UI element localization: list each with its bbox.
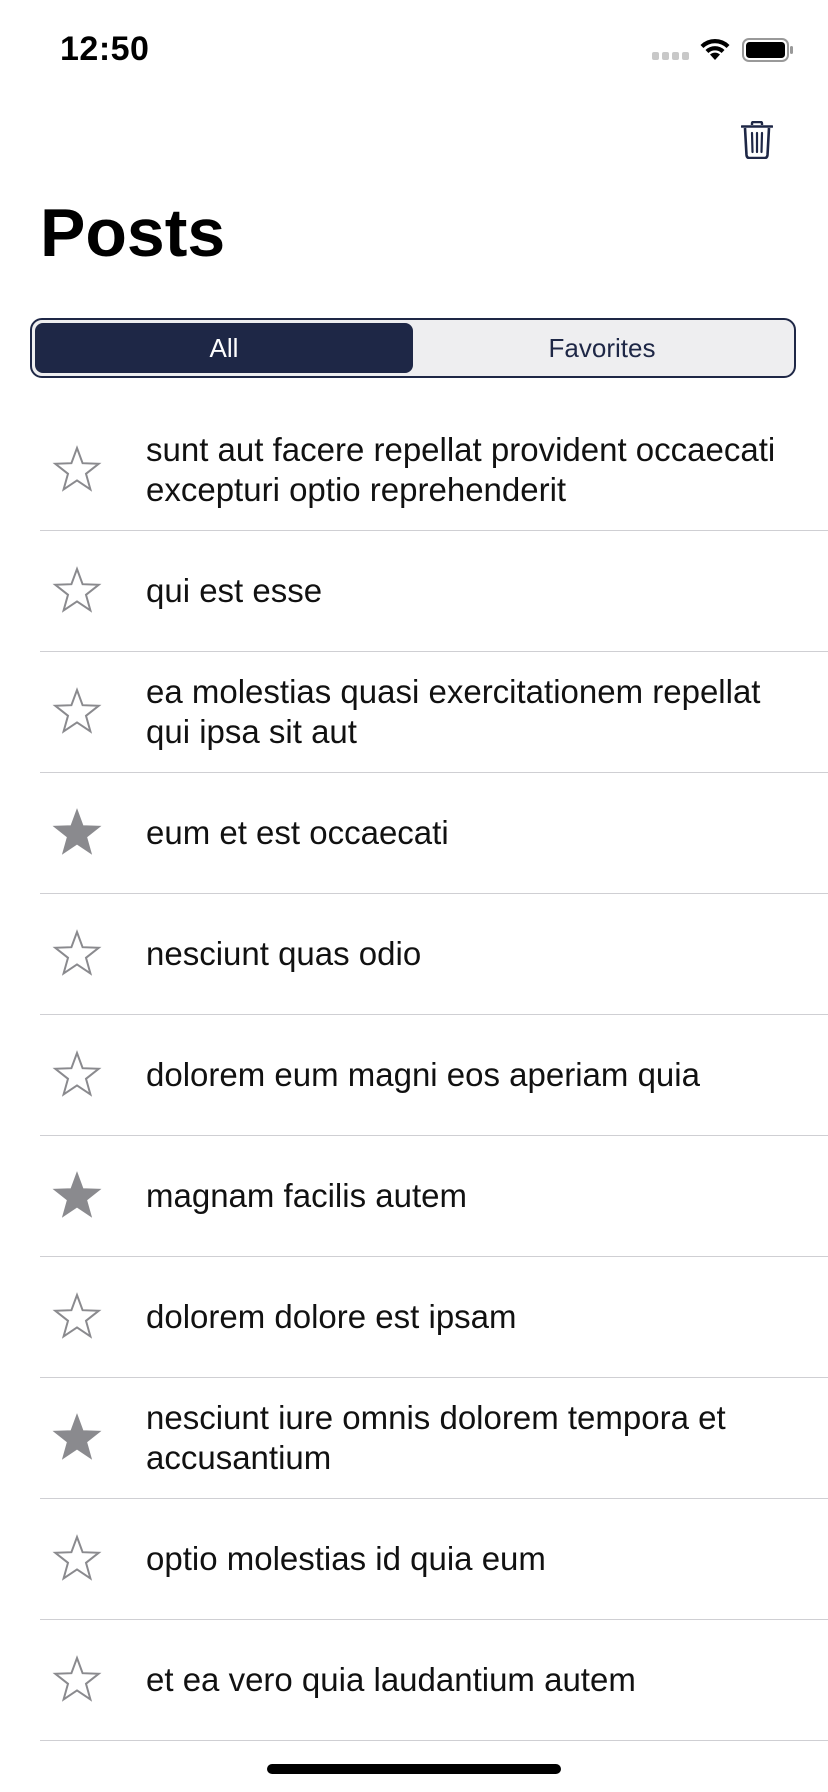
post-row[interactable]: eum et est occaecati xyxy=(40,773,828,894)
trash-icon xyxy=(741,121,773,159)
post-title: qui est esse xyxy=(146,572,323,609)
star-outline-icon[interactable] xyxy=(52,1050,102,1100)
post-title: nesciunt iure omnis dolorem tempora et a… xyxy=(146,1399,726,1476)
post-row[interactable]: ea molestias quasi exercitationem repell… xyxy=(40,652,828,773)
post-title: et ea vero quia laudantium autem xyxy=(146,1661,636,1698)
segment-favorites[interactable]: Favorites xyxy=(413,323,791,373)
star-outline-icon[interactable] xyxy=(52,1655,102,1705)
post-row[interactable]: nesciunt quas odio xyxy=(40,894,828,1015)
star-filled-icon[interactable] xyxy=(52,1413,102,1463)
post-list: sunt aut facere repellat provident occae… xyxy=(0,410,828,1741)
star-outline-icon[interactable] xyxy=(52,687,102,737)
post-title: ea molestias quasi exercitationem repell… xyxy=(146,673,761,750)
star-filled-icon[interactable] xyxy=(52,1171,102,1221)
segment-all[interactable]: All xyxy=(35,323,413,373)
post-title: nesciunt quas odio xyxy=(146,935,422,972)
post-row[interactable]: dolorem dolore est ipsam xyxy=(40,1257,828,1378)
star-filled-icon[interactable] xyxy=(52,808,102,858)
post-row[interactable]: magnam facilis autem xyxy=(40,1136,828,1257)
star-outline-icon[interactable] xyxy=(52,1534,102,1584)
page-title: Posts xyxy=(40,195,226,271)
star-outline-icon[interactable] xyxy=(52,566,102,616)
cellular-signal-icon xyxy=(652,52,690,62)
status-time: 12:50 xyxy=(60,30,150,68)
battery-icon xyxy=(742,38,793,62)
post-title: dolorem dolore est ipsam xyxy=(146,1298,517,1335)
post-row[interactable]: sunt aut facere repellat provident occae… xyxy=(40,410,828,531)
star-outline-icon[interactable] xyxy=(52,929,102,979)
post-title: dolorem eum magni eos aperiam quia xyxy=(146,1056,700,1093)
post-row[interactable]: qui est esse xyxy=(40,531,828,652)
status-bar: 12:50 xyxy=(0,0,828,100)
star-outline-icon[interactable] xyxy=(52,445,102,495)
home-indicator xyxy=(267,1764,561,1774)
post-title: sunt aut facere repellat provident occae… xyxy=(146,431,776,508)
filter-segmented-control: All Favorites xyxy=(30,318,796,378)
post-row[interactable]: et ea vero quia laudantium autem xyxy=(40,1620,828,1741)
post-title: eum et est occaecati xyxy=(146,814,449,851)
post-title: magnam facilis autem xyxy=(146,1177,467,1214)
star-outline-icon[interactable] xyxy=(52,1292,102,1342)
post-row[interactable]: nesciunt iure omnis dolorem tempora et a… xyxy=(40,1378,828,1499)
wifi-icon xyxy=(700,38,730,60)
post-row[interactable]: optio molestias id quia eum xyxy=(40,1499,828,1620)
post-title: optio molestias id quia eum xyxy=(146,1540,546,1577)
delete-button[interactable] xyxy=(734,116,780,164)
post-row[interactable]: dolorem eum magni eos aperiam quia xyxy=(40,1015,828,1136)
